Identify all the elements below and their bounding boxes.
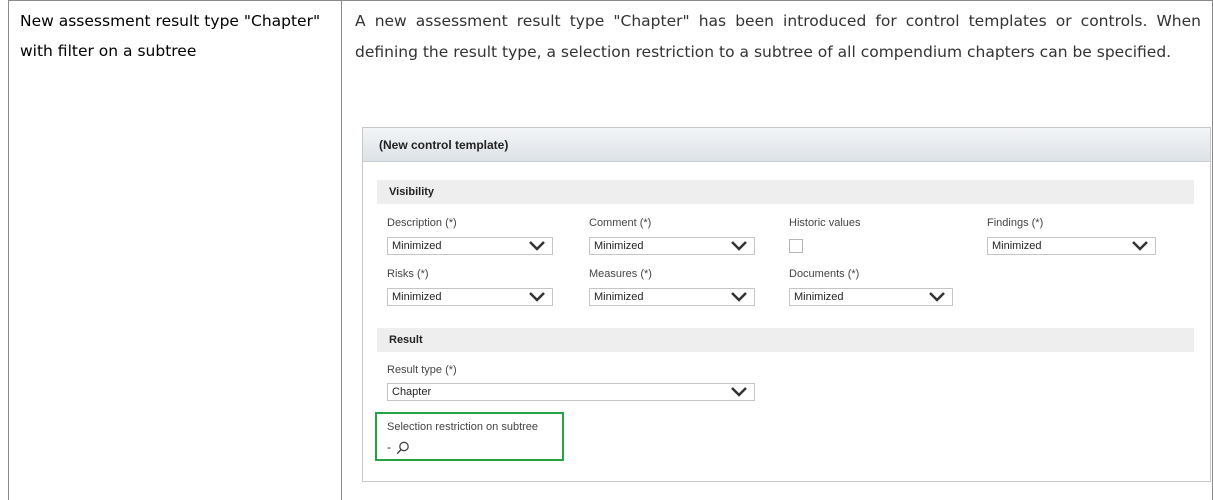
findings-value: Minimized bbox=[992, 240, 1042, 252]
chevron-down-icon bbox=[731, 292, 747, 302]
description-label: Description (*) bbox=[387, 217, 457, 229]
description-select[interactable]: Minimized bbox=[387, 237, 553, 255]
documents-value: Minimized bbox=[794, 291, 844, 303]
findings-label: Findings (*) bbox=[987, 217, 1044, 229]
result-type-value: Chapter bbox=[392, 386, 432, 398]
chevron-down-icon bbox=[1132, 241, 1148, 251]
risks-label: Risks (*) bbox=[387, 268, 429, 280]
feature-description: A new assessment result type "Chapter" h… bbox=[355, 12, 1201, 61]
control-template-panel: (New control template) Visibility Descri… bbox=[362, 127, 1211, 482]
result-section-heading: Result bbox=[377, 328, 1194, 352]
comment-select[interactable]: Minimized bbox=[589, 237, 755, 255]
chevron-down-icon bbox=[529, 241, 545, 251]
historic-values-label: Historic values bbox=[789, 217, 861, 229]
search-icon[interactable] bbox=[396, 441, 410, 455]
measures-select[interactable]: Minimized bbox=[589, 288, 755, 306]
documents-label: Documents (*) bbox=[789, 268, 860, 280]
risks-select[interactable]: Minimized bbox=[387, 288, 553, 306]
historic-values-checkbox[interactable] bbox=[789, 239, 803, 253]
result-type-select[interactable]: Chapter bbox=[387, 383, 755, 401]
chevron-down-icon bbox=[929, 292, 945, 302]
measures-label: Measures (*) bbox=[589, 268, 652, 280]
comment-label: Comment (*) bbox=[589, 217, 652, 229]
risks-value: Minimized bbox=[392, 291, 442, 303]
subtree-restriction-value: - bbox=[387, 440, 391, 454]
findings-select[interactable]: Minimized bbox=[987, 237, 1156, 255]
description-value: Minimized bbox=[392, 240, 442, 252]
subtree-restriction-label: Selection restriction on subtree bbox=[387, 421, 539, 433]
measures-value: Minimized bbox=[594, 291, 644, 303]
chevron-down-icon bbox=[731, 387, 747, 397]
panel-title: (New control template) bbox=[363, 128, 1210, 162]
column-divider bbox=[341, 0, 342, 500]
feature-title: New assessment result type "Chapter" wit… bbox=[20, 12, 321, 60]
chevron-down-icon bbox=[731, 241, 747, 251]
chevron-down-icon bbox=[529, 292, 545, 302]
result-type-label: Result type (*) bbox=[387, 364, 457, 376]
visibility-section-heading: Visibility bbox=[377, 180, 1194, 204]
comment-value: Minimized bbox=[594, 240, 644, 252]
documents-select[interactable]: Minimized bbox=[789, 288, 953, 306]
